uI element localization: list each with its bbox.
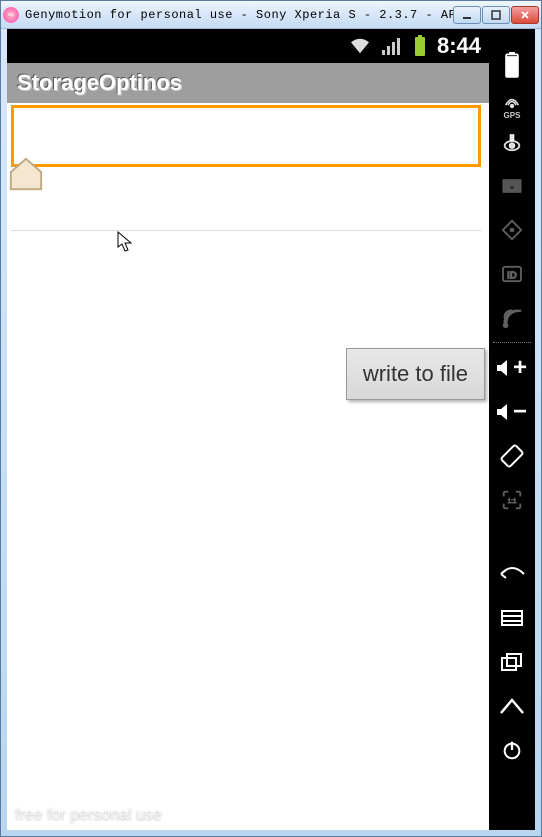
sidebar-nav-back-button[interactable] <box>489 552 535 596</box>
volume-icon <box>497 404 511 420</box>
maximize-icon <box>491 10 501 20</box>
emulator-container: 8:44 StorageOptinos write to file <box>7 29 535 830</box>
sidebar-battery-button[interactable] <box>489 43 535 87</box>
sidebar-pixel-perfect-button[interactable]: 1:1 <box>489 478 535 522</box>
client-area: 8:44 StorageOptinos write to file <box>7 29 535 830</box>
minimize-icon <box>462 10 472 20</box>
window-maximize-button[interactable] <box>482 6 510 24</box>
sidebar-identifier-button[interactable]: ID <box>489 252 535 296</box>
volume-icon <box>497 360 511 376</box>
window-title: Genymotion for personal use - Sony Xperi… <box>25 8 453 22</box>
sidebar-network-button[interactable] <box>489 296 535 340</box>
input-field-1[interactable] <box>11 105 481 167</box>
device-screen: 8:44 StorageOptinos write to file <box>7 29 489 830</box>
svg-text:ID: ID <box>507 271 517 282</box>
wifi-icon <box>349 37 371 55</box>
sidebar-power-button[interactable] <box>489 728 535 772</box>
battery-icon <box>413 35 427 57</box>
sidebar-nav-menu-button[interactable] <box>489 596 535 640</box>
close-icon <box>520 10 530 20</box>
sidebar-nav-recent-button[interactable] <box>489 640 535 684</box>
sidebar-camera-button[interactable] <box>489 120 535 164</box>
signal-icon <box>381 37 403 55</box>
window-minimize-button[interactable] <box>453 6 481 24</box>
input-field-2[interactable] <box>11 167 481 231</box>
watermark-text: free for personal use <box>15 806 162 824</box>
text-anchor-handle[interactable] <box>7 155 45 193</box>
app-title: StorageOptinos <box>17 70 182 96</box>
sidebar-remote-button[interactable] <box>489 208 535 252</box>
window-titlebar[interactable]: ∞ Genymotion for personal use - Sony Xpe… <box>1 1 541 29</box>
app-icon: ∞ <box>3 7 19 23</box>
sidebar-divider <box>493 342 531 344</box>
status-time: 8:44 <box>437 33 481 59</box>
genymotion-sidebar: GPS ID <box>489 29 535 830</box>
app-titlebar: StorageOptinos <box>7 63 489 103</box>
window-close-button[interactable] <box>511 6 539 24</box>
mouse-cursor-icon <box>117 231 135 253</box>
sidebar-capture-button[interactable] <box>489 164 535 208</box>
app-content: write to file <box>7 103 489 231</box>
window-frame: ∞ Genymotion for personal use - Sony Xpe… <box>0 0 542 837</box>
sidebar-nav-home-button[interactable] <box>489 684 535 728</box>
window-controls <box>453 6 539 24</box>
svg-text:1:1: 1:1 <box>508 498 517 505</box>
sidebar-volume-up-button[interactable]: + <box>489 346 535 390</box>
sidebar-gps-label: GPS <box>489 111 535 120</box>
sidebar-rotate-button[interactable] <box>489 434 535 478</box>
android-status-bar[interactable]: 8:44 <box>7 29 489 63</box>
write-to-file-button[interactable]: write to file <box>346 348 485 400</box>
sidebar-volume-down-button[interactable]: − <box>489 390 535 434</box>
